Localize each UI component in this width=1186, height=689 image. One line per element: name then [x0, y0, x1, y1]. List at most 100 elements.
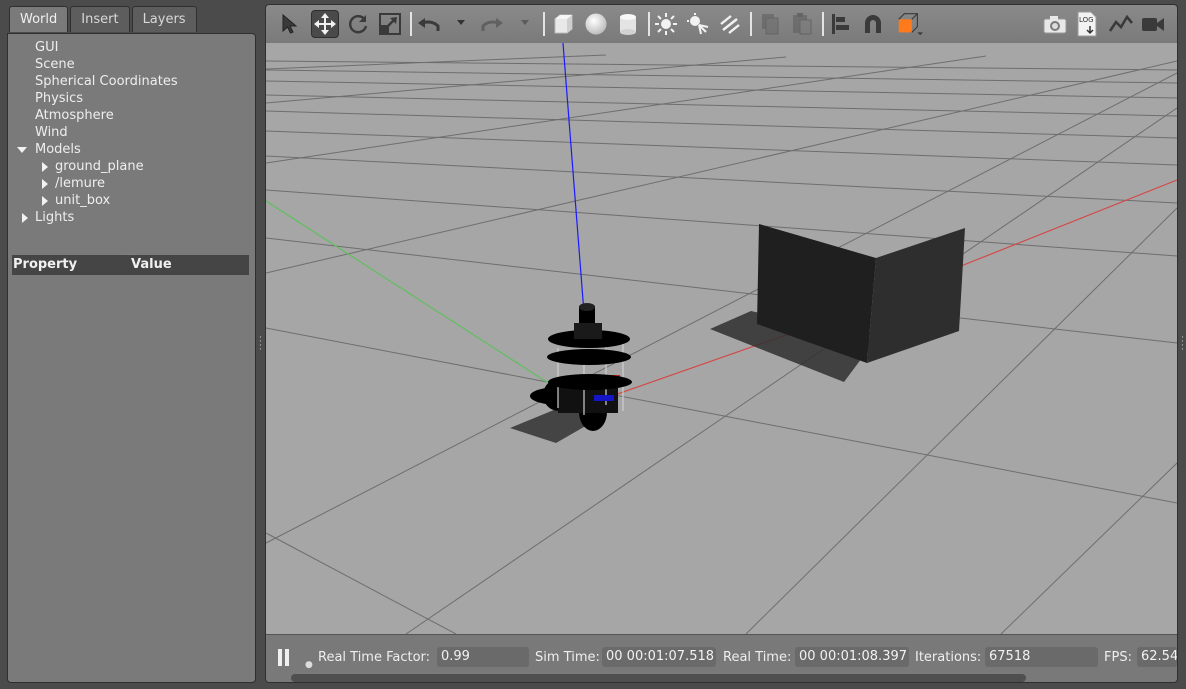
rotate-icon [349, 15, 368, 34]
sphere-shape-icon [585, 13, 607, 35]
tree-item-wind[interactable]: Wind [8, 124, 255, 141]
tree-item-label: GUI [35, 40, 59, 55]
screenshot-icon [1043, 16, 1067, 34]
align-icon [832, 14, 849, 34]
collapsed-arrow-icon[interactable] [42, 179, 48, 189]
pause-button[interactable] [277, 649, 291, 667]
tree-item-gui[interactable]: GUI [8, 39, 255, 56]
real-time-factor-label: Real Time Factor: [318, 650, 431, 665]
3d-viewport[interactable] [266, 43, 1177, 634]
copy-button[interactable] [756, 10, 784, 38]
tree-item-physics[interactable]: Physics [8, 90, 255, 107]
tree-item-label: Wind [35, 125, 68, 140]
tree-item-label: Spherical Coordinates [35, 74, 178, 89]
horizontal-scrollbar[interactable] [291, 674, 1026, 682]
left-splitter-grip[interactable]: · · · · [259, 334, 262, 355]
translate-mode-button[interactable] [311, 10, 339, 38]
tree-item-unit-box[interactable]: unit_box [8, 192, 255, 209]
sim-time-value: 00 00:01:07.518 [602, 647, 716, 667]
iterations-value: 67518 [985, 647, 1098, 667]
redo-history-dropdown[interactable] [521, 20, 529, 25]
tree-item-label: Lights [35, 210, 75, 225]
point-light-icon [655, 13, 677, 35]
main-view-frame: LOG ● Real Time Factor: 0.99 Sim Time: 0… [265, 4, 1178, 683]
real-time-factor-value: 0.99 [437, 647, 529, 667]
copy-icon [762, 14, 779, 35]
sim-time-label: Sim Time: [535, 650, 600, 665]
tree-item-lights[interactable]: Lights [8, 209, 255, 226]
right-splitter-grip[interactable]: · · · · [1181, 334, 1184, 355]
tree-item-scene[interactable]: Scene [8, 56, 255, 73]
tree-item-label: Models [35, 142, 81, 157]
value-column-header[interactable]: Value [131, 255, 172, 275]
video-record-icon [1142, 18, 1164, 31]
select-mode-button[interactable] [277, 10, 305, 38]
expanded-arrow-icon[interactable] [17, 147, 27, 153]
insert-cylinder-button[interactable] [614, 10, 642, 38]
property-column-header[interactable]: Property [13, 255, 77, 275]
tree-item-label: /lemure [55, 176, 105, 191]
tree-item-atmosphere[interactable]: Atmosphere [8, 107, 255, 124]
video-record-button[interactable] [1139, 10, 1167, 38]
tree-item-label: ground_plane [55, 159, 144, 174]
fps-label: FPS: [1104, 650, 1132, 665]
log-icon: LOG [1077, 11, 1097, 37]
collapsed-arrow-icon[interactable] [22, 213, 28, 223]
insert-point-light-button[interactable] [652, 10, 680, 38]
scale-icon [379, 13, 401, 35]
tree-item-models[interactable]: Models [8, 141, 255, 158]
real-time-value: 00 00:01:08.397 [795, 647, 909, 667]
insert-spot-light-button[interactable] [684, 10, 712, 38]
insert-box-button[interactable] [549, 10, 577, 38]
paste-icon [793, 13, 812, 35]
step-icon[interactable]: ● [305, 660, 313, 670]
insert-sphere-button[interactable] [582, 10, 610, 38]
fps-value: 62.54 [1137, 647, 1177, 667]
view-angle-button[interactable] [895, 10, 923, 38]
iterations-label: Iterations: [915, 650, 982, 665]
log-button[interactable]: LOG [1073, 10, 1101, 38]
redo-button[interactable] [478, 10, 506, 38]
translate-icon [314, 13, 336, 35]
tree-item-ground-plane[interactable]: ground_plane [8, 158, 255, 175]
property-table-header: Property Value [12, 255, 249, 275]
toolbar-separator [822, 12, 824, 36]
tree-item-label: unit_box [55, 193, 111, 208]
plot-icon [1108, 14, 1133, 32]
directional-light-icon [720, 15, 740, 34]
snap-button[interactable] [859, 10, 887, 38]
tree-item-lemure[interactable]: /lemure [8, 175, 255, 192]
world-tree: GUI Scene Spherical Coordinates Physics … [8, 39, 255, 226]
scene-render [266, 43, 1177, 634]
cylinder-shape-icon [620, 14, 636, 35]
world-panel: GUI Scene Spherical Coordinates Physics … [7, 33, 256, 683]
tab-world[interactable]: World [9, 6, 69, 32]
magnet-snap-icon [865, 15, 881, 33]
log-icon-text: LOG [1079, 16, 1094, 24]
insert-directional-light-button[interactable] [716, 10, 744, 38]
undo-button[interactable] [415, 10, 443, 38]
left-tab-bar: World Insert Layers [9, 6, 197, 33]
toolbar: LOG [266, 5, 1177, 44]
select-arrow-icon [282, 13, 298, 34]
collapsed-arrow-icon[interactable] [42, 162, 48, 172]
undo-history-dropdown[interactable] [457, 20, 465, 25]
box-shape-icon [554, 14, 573, 34]
tab-layers[interactable]: Layers [131, 6, 197, 32]
rotate-mode-button[interactable] [344, 10, 372, 38]
scale-mode-button[interactable] [376, 10, 404, 38]
real-time-label: Real Time: [723, 650, 792, 665]
plot-button[interactable] [1107, 10, 1135, 38]
tab-insert[interactable]: Insert [70, 6, 130, 32]
align-button[interactable] [827, 10, 855, 38]
tree-item-label: Physics [35, 91, 84, 106]
screenshot-button[interactable] [1041, 10, 1069, 38]
paste-button[interactable] [788, 10, 816, 38]
collapsed-arrow-icon[interactable] [42, 196, 48, 206]
tree-item-label: Scene [35, 57, 75, 72]
toolbar-separator [543, 12, 545, 36]
toolbar-separator [648, 12, 650, 36]
toolbar-separator [410, 12, 412, 36]
spot-light-icon [687, 13, 709, 35]
tree-item-spherical-coordinates[interactable]: Spherical Coordinates [8, 73, 255, 90]
